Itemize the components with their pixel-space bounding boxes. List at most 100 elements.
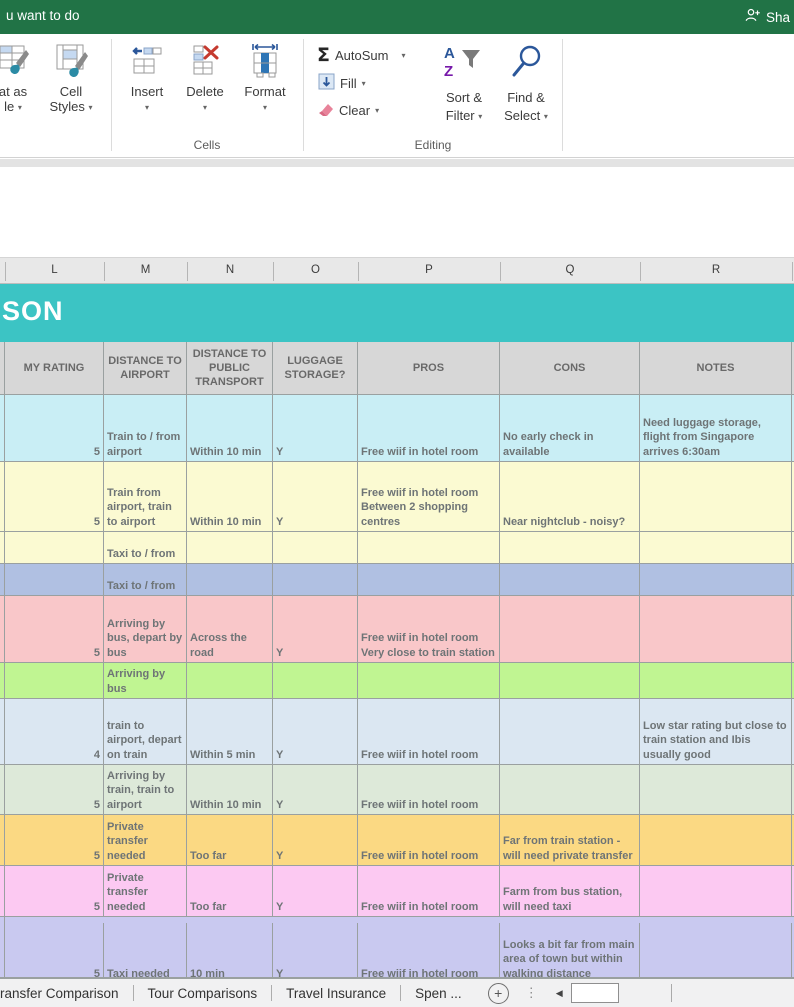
- cell-rating[interactable]: 5: [5, 765, 104, 814]
- cell-luggage[interactable]: Y: [273, 815, 358, 865]
- cell-airport[interactable]: Private transfer needed: [104, 815, 187, 865]
- insert-cells-button[interactable]: Insert ▾: [120, 42, 174, 114]
- cell-rating[interactable]: [5, 532, 104, 563]
- sheet-tab-travel-insurance[interactable]: Travel Insurance: [272, 986, 400, 1001]
- cell-airport[interactable]: Arriving by bus: [104, 663, 187, 698]
- cell-rating[interactable]: 4: [5, 699, 104, 764]
- cell-cons[interactable]: [500, 532, 640, 563]
- cell-rating[interactable]: [5, 663, 104, 698]
- cell-public_transport[interactable]: Within 10 min: [187, 395, 273, 461]
- cell-rating[interactable]: 5: [5, 596, 104, 662]
- cell-notes[interactable]: [640, 765, 792, 814]
- fill-button[interactable]: Fill ▾: [318, 73, 366, 93]
- cell-public_transport[interactable]: 10 min: [187, 923, 273, 978]
- cell-pros[interactable]: Free wiif in hotel room: [358, 923, 500, 978]
- autosum-button[interactable]: Σ AutoSum ▾: [317, 44, 405, 66]
- cell-luggage[interactable]: Y: [273, 923, 358, 978]
- delete-cells-button[interactable]: Delete ▾: [178, 42, 232, 114]
- cell-pros[interactable]: [358, 532, 500, 563]
- cell-airport[interactable]: train to airport, depart on train: [104, 699, 187, 764]
- new-sheet-button[interactable]: +: [488, 983, 509, 1004]
- cell-notes[interactable]: [640, 815, 792, 865]
- cell-airport[interactable]: Taxi to / from: [104, 532, 187, 563]
- cell-cons[interactable]: [500, 699, 640, 764]
- cell-notes[interactable]: [640, 923, 792, 978]
- cell-styles-button[interactable]: Cell Styles ▾: [40, 42, 102, 114]
- cell-notes[interactable]: [640, 462, 792, 531]
- column-letter-P[interactable]: P: [425, 264, 433, 276]
- cell-pros[interactable]: Free wiif in hotel room: [358, 765, 500, 814]
- cell-rating[interactable]: [5, 564, 104, 595]
- tell-me-search-text[interactable]: u want to do: [6, 8, 80, 23]
- cell-pros[interactable]: Free wiif in hotel room: [358, 699, 500, 764]
- cell-notes[interactable]: [640, 564, 792, 595]
- cell-notes[interactable]: Need luggage storage, flight from Singap…: [640, 395, 792, 461]
- column-letter-L[interactable]: L: [51, 264, 57, 276]
- cell-pros[interactable]: Free wiif in hotel room: [358, 866, 500, 916]
- cell-public_transport[interactable]: Too far: [187, 866, 273, 916]
- cell-notes[interactable]: [640, 596, 792, 662]
- cell-public_transport[interactable]: Within 5 min: [187, 699, 273, 764]
- cell-public_transport[interactable]: [187, 564, 273, 595]
- cell-luggage[interactable]: Y: [273, 596, 358, 662]
- cell-luggage[interactable]: [273, 564, 358, 595]
- cell-luggage[interactable]: Y: [273, 699, 358, 764]
- cell-luggage[interactable]: Y: [273, 462, 358, 531]
- cell-cons[interactable]: Near nightclub - noisy?: [500, 462, 640, 531]
- format-as-table-button[interactable]: at as le ▾: [0, 42, 44, 114]
- cell-luggage[interactable]: [273, 532, 358, 563]
- cell-public_transport[interactable]: Within 10 min: [187, 462, 273, 531]
- cell-cons[interactable]: No early check in available: [500, 395, 640, 461]
- cell-public_transport[interactable]: Too far: [187, 815, 273, 865]
- cell-luggage[interactable]: Y: [273, 866, 358, 916]
- format-cells-button[interactable]: Format ▾: [236, 42, 294, 114]
- sort-filter-button[interactable]: AZ Sort & Filter ▾: [436, 42, 492, 126]
- column-letter-R[interactable]: R: [712, 264, 720, 276]
- cell-airport[interactable]: Arriving by train, train to airport: [104, 765, 187, 814]
- column-letter-N[interactable]: N: [226, 264, 234, 276]
- cell-airport[interactable]: Taxi to / from: [104, 564, 187, 595]
- cell-luggage[interactable]: Y: [273, 765, 358, 814]
- cell-airport[interactable]: Taxi needed: [104, 923, 187, 978]
- sheet-tab-tour-comparisons[interactable]: Tour Comparisons: [134, 986, 272, 1001]
- cell-public_transport[interactable]: [187, 663, 273, 698]
- cell-cons[interactable]: Looks a bit far from main area of town b…: [500, 923, 640, 978]
- horizontal-scrollbar-thumb[interactable]: [571, 983, 619, 1003]
- cell-cons[interactable]: Farm from bus station, will need taxi: [500, 866, 640, 916]
- cell-cons[interactable]: [500, 765, 640, 814]
- cell-public_transport[interactable]: [187, 532, 273, 563]
- cell-luggage[interactable]: Y: [273, 395, 358, 461]
- cell-notes[interactable]: [640, 866, 792, 916]
- column-letter-O[interactable]: O: [311, 264, 320, 276]
- cell-airport[interactable]: Train to / from airport: [104, 395, 187, 461]
- cell-pros[interactable]: Free wiif in hotel room Very close to tr…: [358, 596, 500, 662]
- cell-pros[interactable]: Free wiif in hotel room Between 2 shoppi…: [358, 462, 500, 531]
- cell-airport[interactable]: Train from airport, train to airport: [104, 462, 187, 531]
- cell-cons[interactable]: [500, 663, 640, 698]
- cell-cons[interactable]: [500, 596, 640, 662]
- find-select-button[interactable]: Find & Select ▾: [496, 42, 556, 126]
- cell-notes[interactable]: [640, 663, 792, 698]
- cell-pros[interactable]: Free wiif in hotel room: [358, 815, 500, 865]
- cell-notes[interactable]: [640, 532, 792, 563]
- cell-pros[interactable]: [358, 564, 500, 595]
- column-letter-Q[interactable]: Q: [566, 264, 575, 276]
- cell-airport[interactable]: Private transfer needed: [104, 866, 187, 916]
- share-button[interactable]: Sha: [744, 7, 790, 27]
- cell-cons[interactable]: [500, 564, 640, 595]
- cell-public_transport[interactable]: Within 10 min: [187, 765, 273, 814]
- sheet-tab-transfer-comparison[interactable]: ransfer Comparison: [0, 986, 133, 1001]
- cell-pros[interactable]: Free wiif in hotel room: [358, 395, 500, 461]
- cell-notes[interactable]: Low star rating but close to train stati…: [640, 699, 792, 764]
- cell-rating[interactable]: 5: [5, 866, 104, 916]
- cell-cons[interactable]: Far from train station - will need priva…: [500, 815, 640, 865]
- cell-rating[interactable]: 5: [5, 462, 104, 531]
- scroll-left-arrow-icon[interactable]: ◀: [556, 988, 563, 999]
- cell-rating[interactable]: 5: [5, 923, 104, 978]
- cell-airport[interactable]: Arriving by bus, depart by bus: [104, 596, 187, 662]
- cell-public_transport[interactable]: Across the road: [187, 596, 273, 662]
- sheet-tab-spending[interactable]: Spen ...: [401, 986, 476, 1001]
- column-letter-M[interactable]: M: [141, 264, 151, 276]
- cell-rating[interactable]: 5: [5, 395, 104, 461]
- cell-pros[interactable]: [358, 663, 500, 698]
